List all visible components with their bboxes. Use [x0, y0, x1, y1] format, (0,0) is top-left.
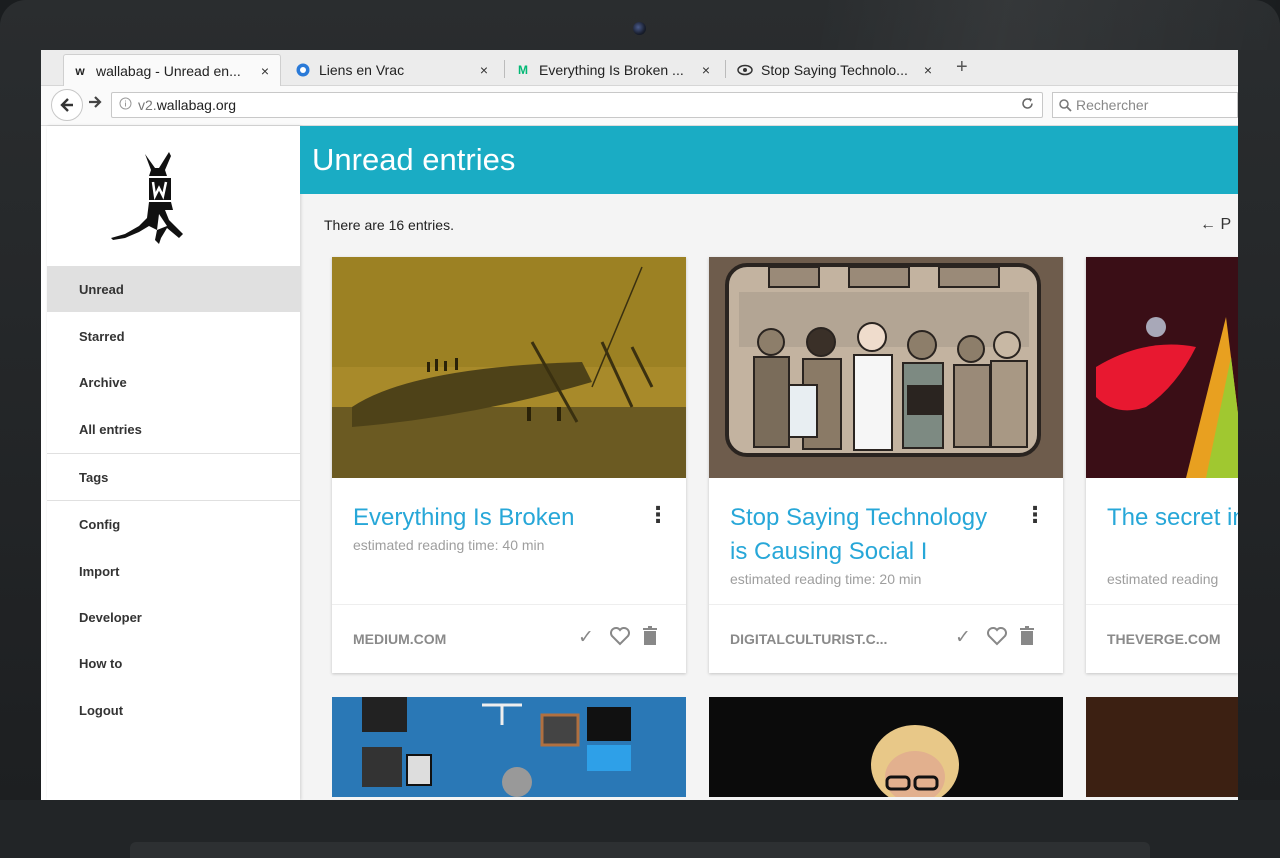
card-divider [332, 604, 686, 605]
tab-stop-saying-technology[interactable]: Stop Saying Technolo... × [729, 54, 943, 86]
card-divider [1086, 604, 1238, 605]
wallabag-page: Unread Starred Archive All entries Tags … [47, 126, 1238, 800]
sidebar-item-logout[interactable]: Logout [47, 687, 300, 733]
entry-card-thumbnail[interactable] [1086, 697, 1238, 797]
entry-card[interactable]: Everything Is Broken estimated reading t… [332, 257, 686, 673]
laptop-base [130, 842, 1150, 858]
reading-time: estimated reading time: 20 min [730, 571, 922, 587]
heart-icon[interactable] [986, 626, 1008, 652]
close-tab-icon[interactable]: × [477, 62, 491, 78]
tab-title: Liens en Vrac [319, 62, 405, 78]
sidebar-item-label: Import [79, 563, 120, 579]
arrow-left-icon [60, 98, 73, 112]
entry-title[interactable]: The secret internet [1107, 501, 1238, 535]
medium-favicon-icon: M [518, 63, 528, 77]
url-domain: wallabag.org [156, 97, 237, 113]
entry-title[interactable]: Stop Saying Technology is Causing Social… [730, 501, 1010, 569]
card-divider [709, 604, 1063, 605]
entry-thumbnail[interactable] [1086, 257, 1238, 478]
search-placeholder: Rechercher [1076, 97, 1149, 113]
sidebar: Unread Starred Archive All entries Tags … [47, 126, 300, 800]
sidebar-item-tags[interactable]: Tags [47, 454, 300, 500]
sidebar-item-label: Logout [79, 702, 124, 718]
more-vert-icon[interactable]: ⋮ [1024, 504, 1046, 526]
entry-card[interactable]: Stop Saying Technology is Causing Social… [709, 257, 1063, 673]
sidebar-item-archive[interactable]: Archive [47, 359, 300, 405]
sidebar-item-label: Archive [79, 374, 127, 390]
bezel-reflection [820, 0, 1280, 50]
tab-separator [504, 60, 505, 78]
entry-card[interactable]: The secret internet estimated reading TH… [1086, 257, 1238, 673]
sidebar-item-unread[interactable]: Unread [47, 266, 300, 312]
address-bar[interactable]: v2.wallabag.org [111, 92, 1043, 118]
entry-thumbnail[interactable] [709, 257, 1063, 478]
entries-count: There are 16 entries. [324, 217, 454, 233]
url-prefix: v2. [138, 97, 157, 113]
entry-card-thumbnail[interactable] [709, 697, 1063, 797]
tab-separator [725, 60, 726, 78]
entry-card-thumbnail[interactable] [332, 697, 686, 797]
search-icon [1059, 98, 1072, 112]
sidebar-item-config[interactable]: Config [47, 501, 300, 547]
url-text: v2.wallabag.org [138, 97, 236, 113]
more-vert-icon[interactable]: ⋮ [647, 504, 669, 526]
tab-liens-en-vrac[interactable]: Liens en Vrac × [287, 54, 499, 86]
new-tab-icon[interactable]: + [956, 56, 968, 79]
forward-button[interactable] [88, 95, 102, 114]
heart-icon[interactable] [609, 626, 631, 652]
webcam [633, 22, 646, 35]
trash-icon[interactable] [642, 626, 658, 652]
tab-title: wallabag - Unread en... [96, 62, 241, 79]
navigation-bar: v2.wallabag.org Rechercher [41, 86, 1238, 126]
page-title: Unread entries [312, 142, 516, 177]
sidebar-item-all-entries[interactable]: All entries [47, 406, 300, 452]
tab-bar: w wallabag - Unread en... × Liens en Vra… [41, 50, 1238, 86]
sidebar-item-label: Config [79, 516, 121, 532]
entry-domain[interactable]: MEDIUM.COM [353, 631, 446, 647]
reading-time: estimated reading time: 40 min [353, 537, 545, 553]
circle-favicon-icon [295, 62, 311, 78]
eye-favicon-icon [737, 62, 753, 78]
arrow-right-icon [89, 96, 102, 108]
screen: w wallabag - Unread en... × Liens en Vra… [41, 50, 1238, 800]
close-tab-icon[interactable]: × [258, 63, 272, 79]
tab-everything-is-broken[interactable]: M Everything Is Broken ... × [507, 54, 721, 86]
wallabag-favicon-icon: w [75, 63, 85, 78]
sidebar-item-starred[interactable]: Starred [47, 313, 300, 359]
mark-read-icon[interactable]: ✓ [578, 626, 594, 649]
tab-title: Stop Saying Technolo... [761, 62, 908, 78]
wallabag-logo-icon [111, 152, 183, 244]
reload-icon[interactable] [1021, 97, 1034, 113]
sidebar-item-import[interactable]: Import [47, 548, 300, 594]
sidebar-item-label: Developer [79, 609, 142, 625]
entry-title[interactable]: Everything Is Broken [353, 501, 633, 535]
entry-domain[interactable]: DIGITALCULTURIST.C... [730, 631, 887, 647]
close-tab-icon[interactable]: × [921, 62, 935, 78]
info-icon[interactable] [112, 97, 138, 113]
search-bar[interactable]: Rechercher [1052, 92, 1238, 118]
pagination-prev[interactable]: ← P [1200, 216, 1231, 234]
trash-icon[interactable] [1019, 626, 1035, 652]
tab-title: Everything Is Broken ... [539, 62, 684, 78]
sidebar-item-how-to[interactable]: How to [47, 640, 300, 686]
sidebar-item-label: Tags [79, 469, 109, 485]
sidebar-item-label: How to [79, 655, 123, 671]
sidebar-item-developer[interactable]: Developer [47, 594, 300, 640]
mark-read-icon[interactable]: ✓ [955, 626, 971, 649]
reading-time: estimated reading [1107, 571, 1219, 587]
tab-wallabag[interactable]: w wallabag - Unread en... × [63, 54, 281, 86]
sidebar-item-label: Starred [79, 328, 125, 344]
entry-domain[interactable]: THEVERGE.COM [1107, 631, 1221, 647]
close-tab-icon[interactable]: × [699, 62, 713, 78]
entry-thumbnail[interactable] [332, 257, 686, 478]
page-header: Unread entries [300, 126, 1238, 194]
back-button[interactable] [51, 89, 83, 121]
sidebar-item-label: All entries [79, 421, 142, 437]
sidebar-item-label: Unread [79, 281, 124, 297]
